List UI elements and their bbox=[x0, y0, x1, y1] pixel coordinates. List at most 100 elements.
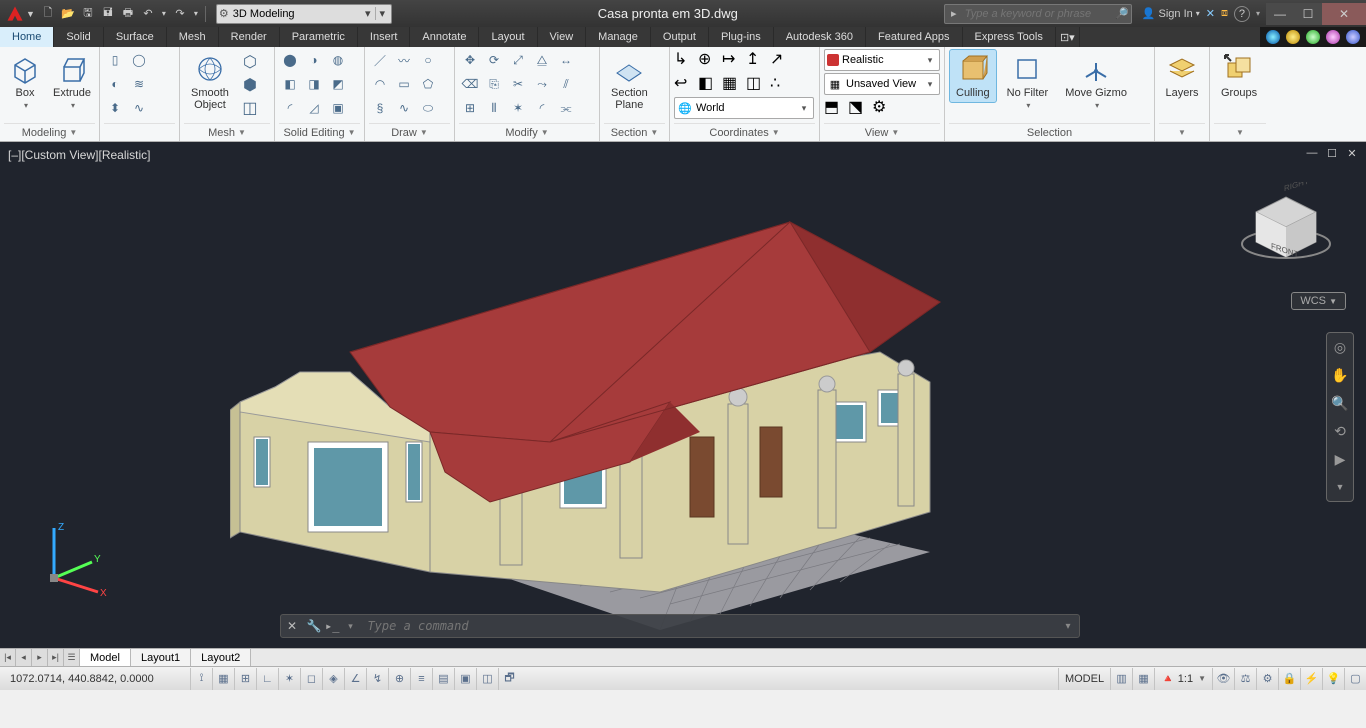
scale-icon[interactable]: ⤢ bbox=[507, 49, 529, 71]
qat-new-icon[interactable]: 🗋 bbox=[39, 5, 57, 23]
layout-next-icon[interactable]: ▸ bbox=[32, 649, 48, 666]
visual-style-combo[interactable]: Realistic ▾ bbox=[824, 49, 940, 71]
tab-home[interactable]: Home bbox=[0, 27, 54, 47]
sweep-icon[interactable]: ∿ bbox=[128, 97, 150, 119]
mirror-icon[interactable]: ⧋ bbox=[531, 49, 553, 71]
erase-icon[interactable]: ⌫ bbox=[459, 73, 481, 95]
ucs-obj-icon[interactable]: ◫ bbox=[746, 73, 768, 95]
annotation-scale[interactable]: 🔺1:1▼ bbox=[1154, 668, 1212, 690]
layout-tab-2[interactable]: Layout2 bbox=[191, 649, 251, 666]
hardware-accel-icon[interactable]: ⚡ bbox=[1300, 668, 1322, 690]
tab-autodesk360[interactable]: Autodesk 360 bbox=[774, 27, 866, 47]
tab-manage[interactable]: Manage bbox=[586, 27, 651, 47]
tab-surface[interactable]: Surface bbox=[104, 27, 167, 47]
layout-prev-icon[interactable]: ◂ bbox=[16, 649, 32, 666]
layout-last-icon[interactable]: ▸| bbox=[48, 649, 64, 666]
annotation-autoscale-icon[interactable]: ⚖ bbox=[1234, 668, 1256, 690]
signin-button[interactable]: 👤 Sign In ▾ bbox=[1142, 7, 1200, 20]
groups-button[interactable]: Groups bbox=[1214, 49, 1264, 103]
array-icon[interactable]: ⊞ bbox=[459, 97, 481, 119]
search-input[interactable] bbox=[963, 6, 1113, 22]
isolate-objects-icon[interactable]: 💡 bbox=[1322, 668, 1344, 690]
dyn-icon[interactable]: ⊕ bbox=[388, 668, 410, 690]
vp-maximize-icon[interactable]: ☐ bbox=[1324, 146, 1340, 160]
trim-icon[interactable]: ✂ bbox=[507, 73, 529, 95]
drawing-viewport[interactable]: [–][Custom View][Realistic] ― ☐ ✕ FRONT … bbox=[0, 142, 1366, 648]
view-manager-icon[interactable]: ⚙ bbox=[872, 97, 894, 119]
layers-button[interactable]: Layers bbox=[1159, 49, 1205, 103]
align-icon[interactable]: ⫴ bbox=[483, 97, 505, 119]
helix-icon[interactable]: § bbox=[369, 97, 391, 119]
zoom-icon[interactable]: 🔍 bbox=[1330, 393, 1350, 413]
qp-icon[interactable]: ▣ bbox=[454, 668, 476, 690]
intersect-icon[interactable]: ◍ bbox=[327, 49, 349, 71]
extrude-button[interactable]: Extrude▾ bbox=[49, 49, 95, 114]
sc-icon[interactable]: ◫ bbox=[476, 668, 498, 690]
chevron-down-icon[interactable]: ▾ bbox=[361, 7, 375, 20]
model-space-button[interactable]: MODEL bbox=[1058, 668, 1110, 690]
pan-icon[interactable]: ✋ bbox=[1330, 365, 1350, 385]
extend-icon[interactable]: ⤳ bbox=[531, 73, 553, 95]
tab-annotate[interactable]: Annotate bbox=[410, 27, 479, 47]
layout-tab-1[interactable]: Layout1 bbox=[131, 649, 191, 666]
polysolid-icon[interactable]: ▯ bbox=[104, 49, 126, 71]
clean-screen-icon[interactable]: ▢ bbox=[1344, 668, 1366, 690]
stay-connected-icon[interactable]: ⧈ bbox=[1221, 7, 1228, 20]
ucs-world-icon[interactable]: ⊕ bbox=[698, 49, 720, 71]
rotate-icon[interactable]: ⟳ bbox=[483, 49, 505, 71]
spline-icon[interactable]: ∿ bbox=[393, 97, 415, 119]
cmdline-close-icon[interactable]: ✕ bbox=[281, 619, 303, 633]
cmdline-history-icon[interactable]: ▾ bbox=[339, 621, 361, 632]
stretch-icon[interactable]: ↔ bbox=[555, 49, 577, 71]
tab-layout[interactable]: Layout bbox=[479, 27, 537, 47]
exchange-apps-icon[interactable]: ✕ bbox=[1206, 7, 1215, 20]
circle-icon[interactable]: ○ bbox=[417, 49, 439, 71]
tab-render[interactable]: Render bbox=[219, 27, 280, 47]
ucs-prev-icon[interactable]: ↩ bbox=[674, 73, 696, 95]
am-icon[interactable]: 🗗 bbox=[498, 668, 520, 690]
mesh-less-icon[interactable]: ⬢ bbox=[239, 74, 261, 96]
search-icon[interactable]: 🔎 bbox=[1113, 7, 1131, 20]
qat-redo-dd-icon[interactable]: ▾ bbox=[191, 5, 201, 23]
app-menu-dropdown-icon[interactable]: ▼ bbox=[26, 9, 35, 19]
ortho-icon[interactable]: ∟ bbox=[256, 668, 278, 690]
ucs-z-icon[interactable]: ↗ bbox=[770, 49, 792, 71]
loft-icon[interactable]: ≋ bbox=[128, 73, 150, 95]
chamfer-icon[interactable]: ◿ bbox=[303, 97, 325, 119]
tab-featuredapps[interactable]: Featured Apps bbox=[866, 27, 963, 47]
move-icon[interactable]: ✥ bbox=[459, 49, 481, 71]
presspull-icon[interactable]: ⬍ bbox=[104, 97, 126, 119]
quickview-layouts-icon[interactable]: ▥ bbox=[1110, 668, 1132, 690]
copy-icon[interactable]: ⎘ bbox=[483, 73, 505, 95]
globe-icon[interactable] bbox=[1266, 30, 1280, 44]
pline-icon[interactable]: 〰 bbox=[393, 49, 415, 71]
close-button[interactable]: ✕ bbox=[1322, 3, 1366, 25]
ucs-3p-icon[interactable]: ∴ bbox=[770, 73, 792, 95]
ucs-icon[interactable]: ↳ bbox=[674, 49, 696, 71]
tab-view[interactable]: View bbox=[538, 27, 587, 47]
3dosnap-icon[interactable]: ◈ bbox=[322, 668, 344, 690]
command-input[interactable] bbox=[361, 619, 1057, 633]
smooth-object-button[interactable]: Smooth Object bbox=[184, 49, 236, 115]
qat-undo-icon[interactable]: ↶ bbox=[139, 5, 157, 23]
vp-minimize-icon[interactable]: ― bbox=[1304, 146, 1320, 160]
infer-constraints-icon[interactable]: ⟟ bbox=[190, 668, 212, 690]
wcs-badge[interactable]: WCS ▼ bbox=[1291, 292, 1346, 310]
layout-tab-model[interactable]: Model bbox=[80, 649, 131, 666]
tpy-icon[interactable]: ▤ bbox=[432, 668, 454, 690]
grid-icon[interactable]: ⊞ bbox=[234, 668, 256, 690]
qat-save-icon[interactable]: 🖫 bbox=[79, 5, 97, 23]
navbar-dd-icon[interactable]: ▼ bbox=[1330, 477, 1350, 497]
rect-icon[interactable]: ▭ bbox=[393, 73, 415, 95]
shell-icon[interactable]: ▣ bbox=[327, 97, 349, 119]
offsetface-icon[interactable]: ◨ bbox=[303, 73, 325, 95]
workspace-more-icon[interactable]: ▾ bbox=[375, 7, 389, 20]
vp-close-icon[interactable]: ✕ bbox=[1344, 146, 1360, 160]
qat-redo-icon[interactable]: ↷ bbox=[171, 5, 189, 23]
mesh-more-icon[interactable]: ⬡ bbox=[239, 51, 261, 73]
ucs-named-combo[interactable]: 🌐 World ▾ bbox=[674, 97, 814, 119]
union-icon[interactable]: ⬤ bbox=[279, 49, 301, 71]
section-plane-button[interactable]: Section Plane bbox=[604, 49, 655, 115]
gizmo-button[interactable]: Move Gizmo▾ bbox=[1058, 49, 1134, 114]
ucs-y-icon[interactable]: ↥ bbox=[746, 49, 768, 71]
